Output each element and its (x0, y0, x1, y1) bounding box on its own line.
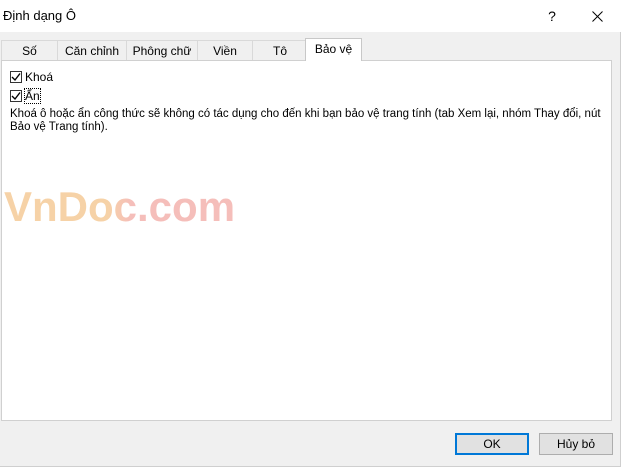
title-bar: Định dạng Ô ? (0, 0, 621, 32)
tab-protection[interactable]: Bảo vệ (305, 38, 362, 61)
tab-fill[interactable]: Tô (252, 40, 308, 60)
vndoc-watermark-logo: VnDoc.com (4, 183, 234, 230)
ok-button[interactable]: OK (455, 433, 529, 455)
checkmark-icon (11, 73, 21, 82)
tab-alignment[interactable]: Căn chỉnh (57, 40, 127, 60)
cancel-button[interactable]: Hủy bỏ (539, 433, 613, 455)
tab-number[interactable]: Số (1, 40, 58, 60)
locked-checkbox[interactable] (10, 71, 22, 83)
background-strip (621, 0, 628, 468)
checkmark-icon (11, 92, 21, 101)
hidden-label: Ẩn (24, 88, 41, 104)
protection-description: Khoá ô hoặc ẩn công thức sẽ không có tác… (10, 108, 601, 133)
hidden-checkbox[interactable] (10, 90, 22, 102)
tab-font[interactable]: Phông chữ (126, 40, 198, 60)
tab-border[interactable]: Viền (197, 40, 253, 60)
close-icon (591, 10, 603, 22)
locked-label: Khoá (25, 70, 54, 84)
help-button[interactable]: ? (538, 0, 566, 32)
close-button[interactable] (582, 0, 612, 32)
protection-panel: Khoá Ẩn Khoá ô hoặc ẩn công thức sẽ khôn… (1, 60, 612, 421)
dialog-title: Định dạng Ô (3, 8, 76, 23)
hidden-checkbox-row[interactable]: Ẩn (10, 88, 41, 104)
svg-text:VnDoc.com: VnDoc.com (4, 183, 234, 230)
format-cells-dialog: Định dạng Ô ? Số Căn chỉnh Phông chữ Viề… (0, 0, 621, 467)
locked-checkbox-row[interactable]: Khoá (10, 69, 53, 85)
